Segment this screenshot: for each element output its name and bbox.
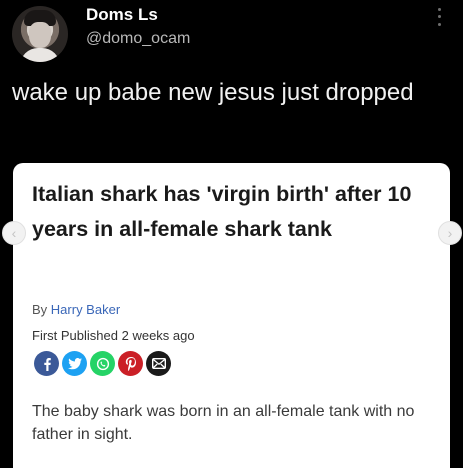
article-byline: By Harry Baker [32,302,120,317]
avatar-face [29,22,51,48]
email-share-button[interactable] [146,351,171,376]
twitter-share-button[interactable] [62,351,87,376]
pinterest-share-button[interactable] [118,351,143,376]
article-summary: The baby shark was born in an all-female… [32,403,415,443]
article-card[interactable]: ‹ › Italian shark has 'virgin birth' aft… [2,163,462,468]
author-link[interactable]: Harry Baker [51,302,120,317]
twitter-icon [67,357,82,369]
more-vertical-icon[interactable] [432,6,446,28]
facebook-share-button[interactable] [34,351,59,376]
published-value: 2 weeks ago [121,328,195,343]
display-name[interactable]: Doms Ls [86,5,158,25]
avatar[interactable] [12,6,68,62]
tweet-text: wake up babe new jesus just dropped [12,79,414,106]
avatar-shirt [20,48,60,62]
chevron-right-icon[interactable]: › [438,221,462,245]
email-icon [151,358,166,369]
published-date: First Published 2 weeks ago [32,328,195,343]
whatsapp-icon [96,357,109,370]
chevron-left-icon[interactable]: ‹ [2,221,26,245]
user-handle[interactable]: @domo_ocam [86,30,190,48]
whatsapp-share-button[interactable] [90,351,115,376]
published-label: First Published [32,328,118,343]
pinterest-icon [125,356,136,371]
byline-prefix: By [32,302,51,317]
article-headline[interactable]: Italian shark has 'virgin birth' after 1… [32,177,437,246]
facebook-icon [43,357,51,371]
share-buttons [34,351,171,377]
